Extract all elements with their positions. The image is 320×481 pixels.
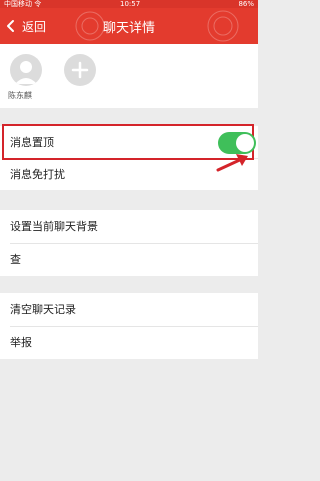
clear-history-row[interactable]: 清空聊天记录 bbox=[0, 293, 258, 325]
plus-icon bbox=[71, 61, 89, 79]
report-label: 举报 bbox=[10, 336, 32, 349]
annotation-arrow-icon bbox=[216, 154, 248, 172]
history-settings: 清空聊天记录 举报 bbox=[0, 293, 258, 359]
nav-bar: 返回 聊天详情 bbox=[0, 8, 258, 44]
member-name: 陈东麒 bbox=[8, 91, 32, 100]
set-background-row[interactable]: 设置当前聊天背景 bbox=[0, 210, 258, 242]
user-avatar-icon bbox=[15, 61, 37, 84]
battery-text: 86% bbox=[238, 0, 254, 8]
status-bar: 中国移动 令 10:57 86% bbox=[0, 0, 258, 8]
page-title: 聊天详情 bbox=[102, 21, 155, 36]
find-history-row[interactable]: 查 bbox=[0, 243, 258, 275]
find-history-label: 查 bbox=[10, 253, 21, 266]
chat-settings: 设置当前聊天背景 查 bbox=[0, 210, 258, 276]
set-background-label: 设置当前聊天背景 bbox=[10, 220, 98, 233]
members-section: 陈东麒 bbox=[0, 44, 258, 108]
clear-history-label: 清空聊天记录 bbox=[10, 303, 76, 316]
carrier-text: 中国移动 令 bbox=[4, 0, 42, 8]
status-time: 10:57 bbox=[120, 0, 141, 8]
add-member-button[interactable] bbox=[64, 54, 96, 86]
report-row[interactable]: 举报 bbox=[0, 326, 258, 358]
mute-label: 消息免打扰 bbox=[10, 168, 65, 181]
avatar[interactable] bbox=[10, 54, 42, 86]
